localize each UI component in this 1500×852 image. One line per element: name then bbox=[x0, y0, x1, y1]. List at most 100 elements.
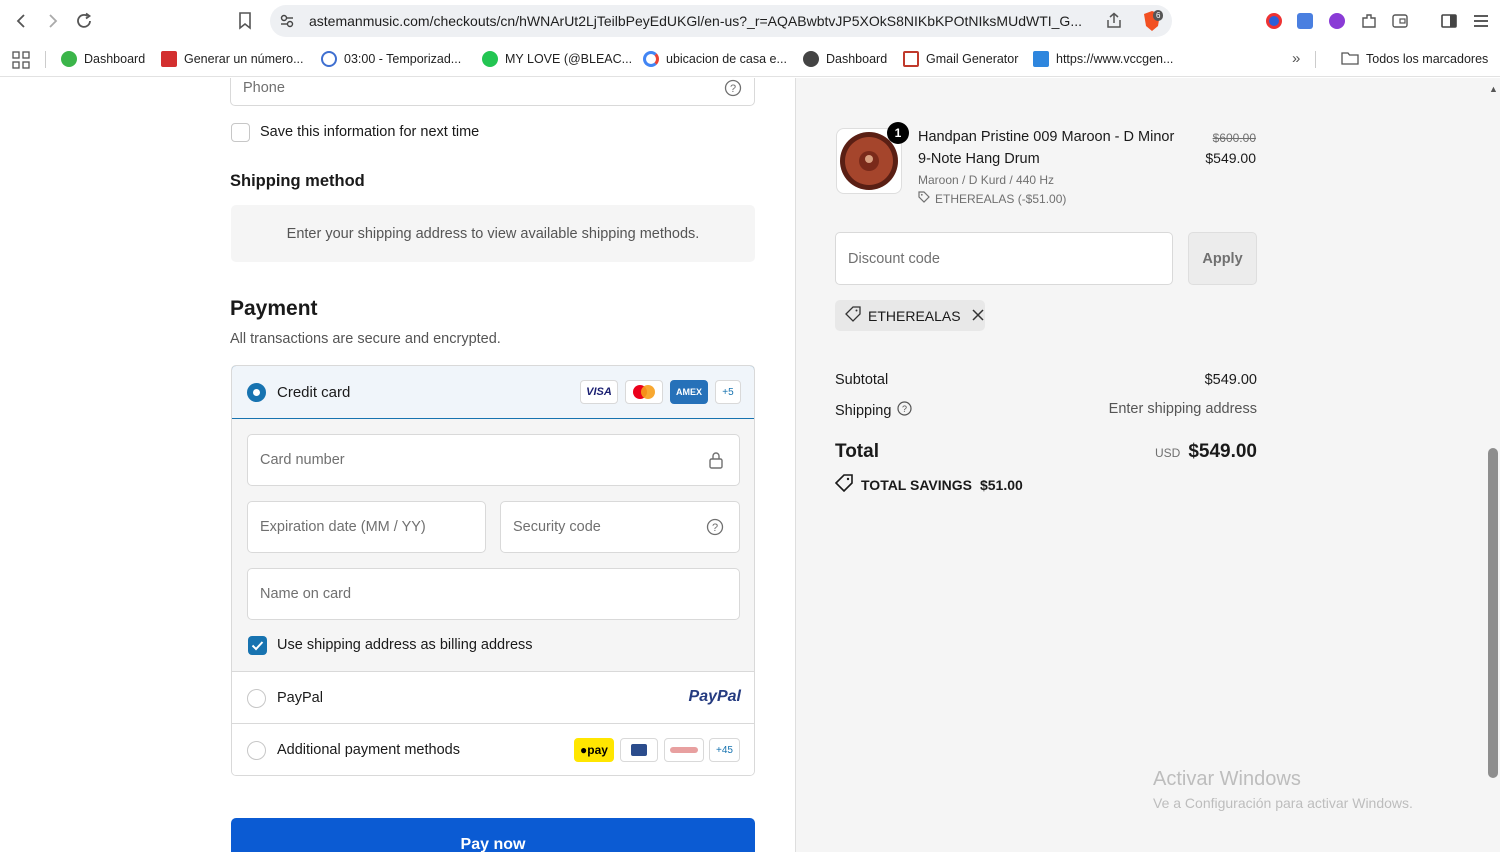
chevron-double-right-icon[interactable]: » bbox=[1292, 50, 1300, 67]
payment-title: Payment bbox=[230, 297, 318, 320]
shipping-notice-text: Enter your shipping address to view avai… bbox=[286, 225, 700, 242]
reload-icon[interactable] bbox=[73, 10, 95, 32]
amex-text: AMEX bbox=[675, 387, 702, 397]
subtotal-label: Subtotal bbox=[835, 372, 889, 388]
bookmarks-divider bbox=[45, 51, 46, 68]
pay-now-button[interactable]: Pay now bbox=[231, 818, 755, 852]
bolt-icon bbox=[482, 51, 498, 67]
original-price: $600.00 bbox=[1212, 131, 1256, 145]
total-label: Total bbox=[835, 441, 879, 462]
paypal-option[interactable]: PayPal PayPal bbox=[232, 671, 754, 723]
scroll-up-arrow[interactable]: ▲ bbox=[1489, 84, 1498, 94]
credit-card-label: Credit card bbox=[277, 384, 351, 401]
paypal-logo-text: PayPal bbox=[688, 688, 741, 705]
amex-icon: AMEX bbox=[670, 380, 708, 404]
pay-now-label: Pay now bbox=[460, 836, 526, 852]
more-methods-text: +45 bbox=[716, 744, 733, 756]
scrollbar-thumb[interactable] bbox=[1488, 448, 1498, 778]
bookmark-2[interactable]: 03:00 - Temporizad... bbox=[321, 50, 461, 68]
visa-icon: VISA bbox=[580, 380, 618, 404]
translate-icon[interactable] bbox=[1294, 10, 1316, 32]
discount-code-field[interactable]: Discount code bbox=[835, 232, 1173, 285]
additional-methods-radio[interactable] bbox=[247, 741, 266, 760]
billing-checkbox[interactable] bbox=[248, 636, 267, 655]
subtotal-value: $549.00 bbox=[1204, 372, 1257, 388]
back-icon[interactable] bbox=[11, 10, 33, 32]
additional-methods-option[interactable]: Additional payment methods ● pay +45 bbox=[232, 723, 754, 775]
payment-subtitle: All transactions are secure and encrypte… bbox=[230, 331, 501, 347]
phone-field[interactable]: Phone ? bbox=[230, 78, 755, 106]
product-title-line2: 9-Note Hang Drum bbox=[918, 151, 1040, 167]
shipping-label: Shipping bbox=[835, 402, 892, 419]
gpay-text: pay bbox=[587, 743, 608, 757]
product-price: $549.00 bbox=[1205, 150, 1256, 166]
bookmark-4[interactable]: ubicacion de casa e... bbox=[643, 50, 787, 68]
address-bar[interactable]: astemanmusic.com/checkouts/cn/hWNArUt2Lj… bbox=[270, 5, 1172, 37]
wallet-brand-icon bbox=[664, 738, 704, 762]
paypal-label: PayPal bbox=[277, 690, 323, 706]
menu-icon[interactable] bbox=[1470, 10, 1492, 32]
bookmark-7[interactable]: https://www.vccgen... bbox=[1033, 50, 1173, 68]
apply-label: Apply bbox=[1202, 250, 1243, 267]
security-code-field[interactable]: Security code ? bbox=[500, 501, 740, 553]
savings-label: TOTAL SAVINGS bbox=[861, 476, 972, 493]
visa-text: VISA bbox=[586, 386, 612, 398]
save-info-checkbox[interactable] bbox=[231, 123, 250, 142]
bookmark-3[interactable]: MY LOVE (@BLEAC... bbox=[482, 50, 632, 68]
name-on-card-placeholder: Name on card bbox=[260, 586, 352, 602]
bookmark-6[interactable]: Gmail Generator bbox=[903, 50, 1018, 68]
credit-card-option[interactable]: Credit card VISA AMEX +5 bbox=[232, 366, 754, 419]
share-icon[interactable] bbox=[1105, 12, 1123, 35]
paypal-radio[interactable] bbox=[247, 689, 266, 708]
all-bookmarks[interactable]: Todos los marcadores bbox=[1341, 50, 1488, 68]
more-cards-text: +5 bbox=[722, 386, 734, 398]
brave-shield-icon[interactable]: 6 bbox=[1142, 10, 1164, 32]
total-row: USD $549.00 bbox=[1155, 441, 1257, 463]
currency-label: USD bbox=[1154, 446, 1181, 460]
remove-code-icon[interactable] bbox=[972, 308, 984, 324]
bookmark-label: MY LOVE (@BLEAC... bbox=[505, 52, 633, 66]
bookmark-5[interactable]: Dashboard bbox=[803, 50, 887, 68]
extension-purple-icon[interactable] bbox=[1326, 10, 1348, 32]
credit-card-radio[interactable] bbox=[247, 383, 266, 402]
wallet-icon[interactable] bbox=[1389, 10, 1411, 32]
bookmark-label: https://www.vccgen... bbox=[1056, 52, 1174, 66]
discount-code-placeholder: Discount code bbox=[848, 250, 940, 267]
quantity-badge: 1 bbox=[887, 122, 909, 144]
card-number-field[interactable]: Card number bbox=[247, 434, 740, 486]
forward-icon[interactable] bbox=[41, 10, 63, 32]
bookmark-1[interactable]: Generar un número... bbox=[161, 50, 304, 68]
v-icon bbox=[1033, 51, 1049, 67]
bookmarks-bar: Dashboard Generar un número... 03:00 - T… bbox=[0, 42, 1500, 77]
shipping-value: Enter shipping address bbox=[1108, 401, 1257, 417]
shipping-method-title: Shipping method bbox=[230, 172, 365, 190]
puzzle-icon[interactable] bbox=[1358, 10, 1380, 32]
help-icon[interactable]: ? bbox=[706, 518, 724, 541]
card-form: Card number Expiration date (MM / YY) Se… bbox=[232, 419, 754, 671]
bookmark-label: ubicacion de casa e... bbox=[666, 52, 787, 66]
bookmark-label: Dashboard bbox=[826, 52, 888, 66]
save-info-label: Save this information for next time bbox=[260, 124, 480, 140]
order-summary: 1 Handpan Pristine 009 Maroon - D Minor … bbox=[796, 78, 1500, 852]
bookmark-0[interactable]: Dashboard bbox=[61, 50, 145, 68]
total-value: $549.00 bbox=[1188, 441, 1257, 462]
expiration-field[interactable]: Expiration date (MM / YY) bbox=[247, 501, 486, 553]
url-text: astemanmusic.com/checkouts/cn/hWNArUt2Lj… bbox=[309, 13, 1082, 29]
expiration-placeholder: Expiration date (MM / YY) bbox=[260, 519, 426, 535]
bookmark-icon[interactable] bbox=[234, 10, 256, 32]
svg-text:?: ? bbox=[712, 522, 718, 534]
extension-bug-icon[interactable] bbox=[1263, 10, 1285, 32]
apply-button[interactable]: Apply bbox=[1188, 232, 1257, 285]
card-number-placeholder: Card number bbox=[260, 452, 345, 468]
site-settings-icon[interactable] bbox=[279, 13, 295, 34]
additional-methods-label: Additional payment methods bbox=[277, 742, 460, 758]
apps-grid-icon[interactable] bbox=[12, 51, 30, 74]
paypal-logo: PayPal bbox=[689, 688, 741, 706]
help-icon[interactable]: ? bbox=[724, 79, 742, 102]
name-on-card-field[interactable]: Name on card bbox=[247, 568, 740, 620]
help-icon[interactable]: ? bbox=[897, 401, 913, 420]
quantity-value: 1 bbox=[894, 126, 902, 140]
applied-code-text: ETHEREALAS bbox=[868, 307, 961, 324]
sidebar-icon[interactable] bbox=[1438, 10, 1460, 32]
savings-value: $51.00 bbox=[979, 476, 1023, 493]
